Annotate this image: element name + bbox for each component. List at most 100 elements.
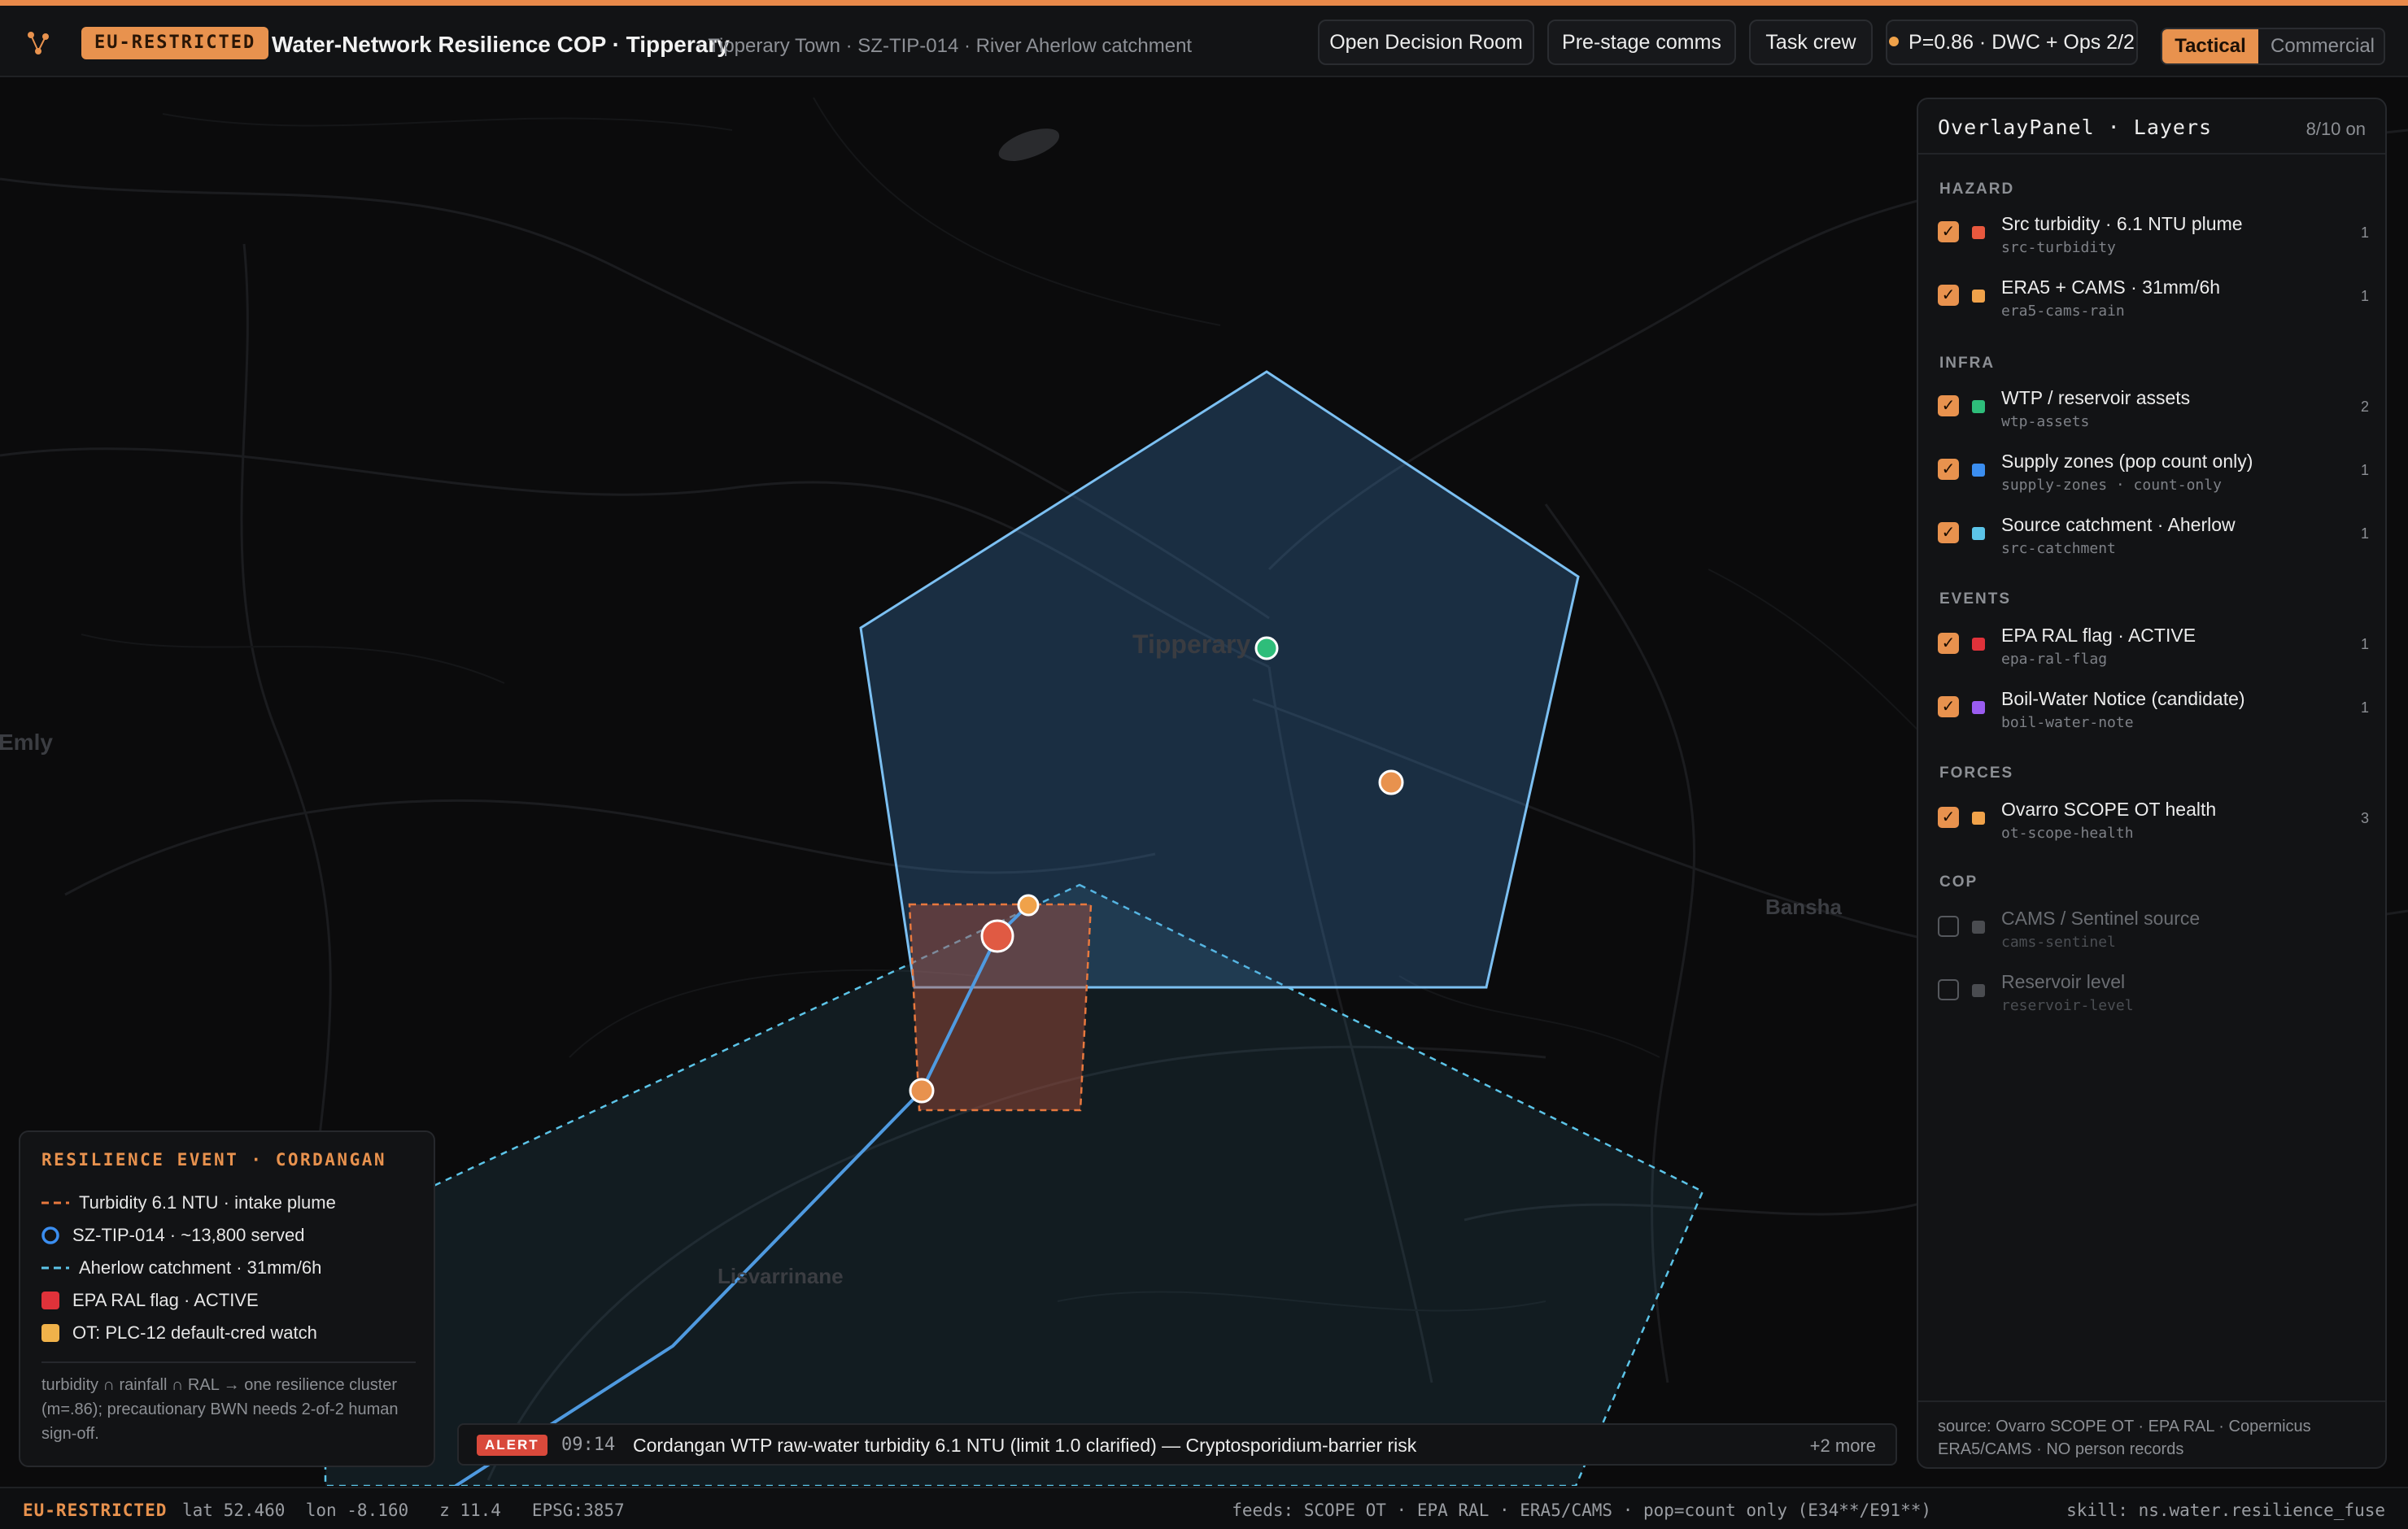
layer-swatch: [1972, 921, 1985, 934]
mode-commercial-tab[interactable]: Commercial: [2258, 29, 2384, 63]
status-coordinates: lat 52.460 lon -8.160 z 11.4 EPSG:3857: [182, 1501, 625, 1520]
layer-name: Reservoir level: [2001, 971, 2126, 992]
checkbox-checked-icon[interactable]: ✓: [1938, 395, 1959, 416]
ring-icon: [41, 1226, 59, 1244]
layer-key: era5-cams-rain: [2001, 303, 2125, 320]
checkbox-checked-icon[interactable]: ✓: [1938, 285, 1959, 306]
place-label-bansha: Bansha: [1765, 895, 1842, 919]
layer-key: wtp-assets: [2001, 413, 2090, 430]
legend-label: Aherlow catchment · 31mm/6h: [79, 1257, 322, 1278]
layer-feature-count: 1: [2360, 525, 2369, 542]
probability-text: P=0.86 · DWC + Ops 2/2: [1909, 31, 2135, 54]
layer-row-src-turbidity[interactable]: ✓ Src turbidity · 6.1 NTU plume src-turb…: [1938, 210, 2369, 262]
legend-divider: [41, 1361, 416, 1363]
place-label-emly: Emly: [0, 730, 53, 755]
checkbox-checked-icon[interactable]: ✓: [1938, 807, 1959, 828]
classification-badge: EU-RESTRICTED: [81, 27, 269, 59]
layer-feature-count: 1: [2360, 636, 2369, 652]
layer-row-src-catchment[interactable]: ✓ Source catchment · Aherlow src-catchme…: [1938, 511, 2369, 563]
layer-swatch: [1972, 638, 1985, 651]
checkbox-checked-icon[interactable]: ✓: [1938, 221, 1959, 242]
open-decision-room-button[interactable]: Open Decision Room: [1318, 20, 1534, 65]
layer-feature-count: 1: [2360, 288, 2369, 304]
panel-header: OverlayPanel · Layers 8/10 on: [1918, 99, 2385, 155]
status-dot-icon: [1889, 37, 1900, 47]
alert-time: 09:14: [561, 1435, 616, 1455]
checkbox-checked-icon[interactable]: ✓: [1938, 459, 1959, 480]
layer-swatch: [1972, 290, 1985, 303]
app-header: EU-RESTRICTED Water-Network Resilience C…: [0, 6, 2408, 77]
checkbox-unchecked-icon[interactable]: [1938, 916, 1959, 937]
turbidity-alert-marker[interactable]: [980, 919, 1014, 953]
alert-more-link[interactable]: +2 more: [1810, 1435, 1876, 1457]
app-logo-icon[interactable]: [24, 28, 54, 58]
status-bar: EU-RESTRICTED lat 52.460 lon -8.160 z 11…: [0, 1487, 2408, 1529]
layer-key: supply-zones · count-only: [2001, 477, 2222, 494]
layer-row-epa-ral-flag[interactable]: ✓ EPA RAL flag · ACTIVE epa-ral-flag 1: [1938, 621, 2369, 673]
layer-feature-count: 1: [2360, 699, 2369, 716]
layer-row-supply-zones[interactable]: ✓ Supply zones (pop count only) supply-z…: [1938, 447, 2369, 499]
group-label-hazard: HAZARD: [1939, 181, 2015, 198]
legend-item-catchment: Aherlow catchment · 31mm/6h: [41, 1256, 424, 1280]
page-title: Water-Network Resilience COP · Tipperary: [272, 32, 730, 57]
layer-name: Src turbidity · 6.1 NTU plume: [2001, 213, 2243, 234]
legend-label: EPA RAL flag · ACTIVE: [72, 1290, 259, 1310]
legend-item-ot-watch: OT: PLC-12 default-cred watch: [41, 1321, 424, 1345]
dash-line-icon: [41, 1201, 69, 1204]
group-label-infra: INFRA: [1939, 355, 1996, 372]
group-label-cop: COP: [1939, 873, 1978, 891]
legend-card: RESILIENCE EVENT · CORDANGAN Turbidity 6…: [19, 1130, 435, 1467]
layer-row-ot-scope-health[interactable]: ✓ Ovarro SCOPE OT health ot-scope-health…: [1938, 795, 2369, 847]
panel-title: OverlayPanel · Layers: [1938, 115, 2213, 139]
reservoir-marker[interactable]: [909, 1078, 935, 1104]
layer-row-wtp-assets[interactable]: ✓ WTP / reservoir assets wtp-assets 2: [1938, 384, 2369, 436]
legend-label: Turbidity 6.1 NTU · intake plume: [79, 1192, 336, 1213]
panel-footer: source: Ovarro SCOPE OT · EPA RAL · Cope…: [1918, 1400, 2385, 1469]
layer-row-era5-cams-rain[interactable]: ✓ ERA5 + CAMS · 31mm/6h era5-cams-rain 1: [1938, 273, 2369, 325]
legend-item-supply-zone: SZ-TIP-014 · ~13,800 served: [41, 1223, 424, 1248]
mode-toggle: Tactical Commercial: [2161, 28, 2385, 65]
layer-row-reservoir-level[interactable]: Reservoir level reservoir-level: [1938, 968, 2369, 1020]
layer-count: 8/10 on: [2305, 119, 2366, 139]
legend-item-turbidity: Turbidity 6.1 NTU · intake plume: [41, 1191, 424, 1215]
square-swatch-icon: [41, 1292, 59, 1309]
layer-feature-count: 2: [2360, 399, 2369, 415]
group-label-forces: FORCES: [1939, 764, 2014, 782]
mode-tactical-tab[interactable]: Tactical: [2162, 29, 2258, 63]
legend-title: RESILIENCE EVENT · CORDANGAN: [41, 1150, 387, 1170]
layer-swatch: [1972, 226, 1985, 239]
intake-marker[interactable]: [1017, 894, 1040, 917]
legend-item-epa-ral: EPA RAL flag · ACTIVE: [41, 1288, 424, 1313]
legend-label: SZ-TIP-014 · ~13,800 served: [72, 1225, 305, 1245]
page-subtitle: · Tipperary Town · SZ-TIP-014 · River Ah…: [696, 35, 1193, 57]
square-swatch-icon: [41, 1324, 59, 1342]
layer-swatch: [1972, 527, 1985, 540]
wtp-asset-marker[interactable]: [1254, 636, 1279, 660]
layer-row-cams-sentinel[interactable]: CAMS / Sentinel source cams-sentinel: [1938, 904, 2369, 956]
layer-swatch: [1972, 984, 1985, 997]
layer-feature-count: 3: [2360, 810, 2369, 826]
checkbox-checked-icon[interactable]: ✓: [1938, 696, 1959, 717]
layer-name: WTP / reservoir assets: [2001, 387, 2191, 408]
checkbox-checked-icon[interactable]: ✓: [1938, 633, 1959, 654]
checkbox-unchecked-icon[interactable]: [1938, 979, 1959, 1000]
task-crew-button[interactable]: Task crew: [1749, 20, 1873, 65]
layer-name: Supply zones (pop count only): [2001, 451, 2253, 472]
checkbox-checked-icon[interactable]: ✓: [1938, 522, 1959, 543]
layer-feature-count: 1: [2360, 462, 2369, 478]
overlay-panel: OverlayPanel · Layers 8/10 on HAZARD ✓ S…: [1917, 98, 2387, 1469]
layer-swatch: [1972, 400, 1985, 413]
probability-pill[interactable]: P=0.86 · DWC + Ops 2/2: [1886, 20, 2138, 65]
layer-name: ERA5 + CAMS · 31mm/6h: [2001, 277, 2221, 298]
panel-source-text: source: Ovarro SCOPE OT · EPA RAL · Cope…: [1938, 1418, 2311, 1458]
alert-bar[interactable]: ALERT 09:14 Cordangan WTP raw-water turb…: [457, 1423, 1897, 1466]
layer-swatch: [1972, 701, 1985, 714]
group-label-events: EVENTS: [1939, 590, 2012, 608]
layer-row-boil-water-note[interactable]: ✓ Boil-Water Notice (candidate) boil-wat…: [1938, 685, 2369, 737]
ot-health-marker[interactable]: [1378, 769, 1404, 795]
layer-name: EPA RAL flag · ACTIVE: [2001, 625, 2196, 646]
prestage-comms-button[interactable]: Pre-stage comms: [1547, 20, 1736, 65]
top-accent-line: [0, 0, 2408, 6]
dash-line-icon: [41, 1266, 69, 1270]
status-feeds: feeds: SCOPE OT · EPA RAL · ERA5/CAMS · …: [1232, 1501, 1931, 1520]
